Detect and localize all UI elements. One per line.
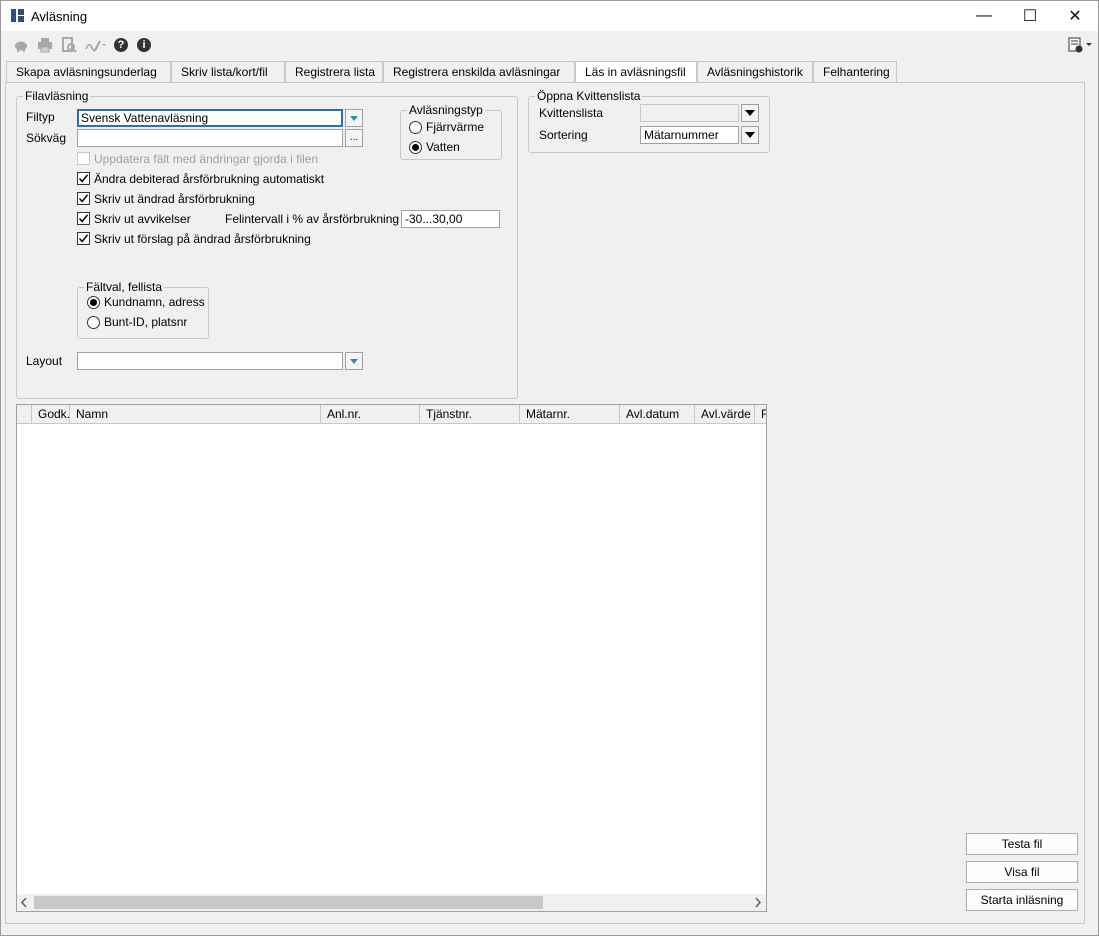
- chevron-down-icon: [745, 110, 755, 116]
- avlasningstyp-legend: Avläsningstyp: [409, 103, 483, 117]
- help-icon[interactable]: ?: [113, 37, 129, 53]
- print-icon[interactable]: [37, 37, 53, 53]
- browse-button[interactable]: ...: [345, 129, 363, 147]
- print-preview-icon[interactable]: [61, 37, 77, 53]
- filtyp-combobox[interactable]: Svensk Vattenavläsning: [77, 109, 343, 127]
- andra-debiterad-checkbox[interactable]: [77, 172, 90, 185]
- column-header-avldatum[interactable]: Avl.datum: [620, 405, 695, 423]
- kvittens-legend: Öppna Kvittenslista: [537, 89, 641, 103]
- uppdatera-checkbox[interactable]: [77, 152, 90, 165]
- scroll-right-icon[interactable]: [754, 897, 762, 911]
- tab-skapa-avlasningsunderlag[interactable]: Skapa avläsningsunderlag: [6, 61, 171, 82]
- skriv-avvikelser-checkbox[interactable]: [77, 212, 90, 225]
- felintervall-label: Felintervall i % av årsförbrukning: [225, 212, 400, 226]
- window-title: Avläsning: [31, 9, 88, 24]
- tab-las-in-avlasningsfil[interactable]: Läs in avläsningsfil: [575, 61, 697, 84]
- vatten-radio[interactable]: [409, 141, 422, 154]
- bunt-id-label: Bunt-ID, platsnr: [104, 315, 188, 329]
- skriv-forslag-checkbox[interactable]: [77, 232, 90, 245]
- layout-label: Layout: [26, 354, 63, 368]
- filtyp-dropdown-button[interactable]: [345, 109, 363, 127]
- title-bar: Avläsning — ☐ ✕: [1, 1, 1098, 31]
- sortering-combobox[interactable]: Mätarnummer: [640, 126, 739, 144]
- chevron-down-icon: [350, 115, 358, 121]
- filtyp-label: Filtyp: [26, 110, 55, 124]
- starta-inlasning-button[interactable]: Starta inläsning: [966, 889, 1078, 911]
- chevron-down-icon: [350, 358, 358, 364]
- tab-skriv-lista[interactable]: Skriv lista/kort/fil: [171, 61, 285, 82]
- testa-fil-button[interactable]: Testa fil: [966, 833, 1078, 855]
- column-header-anlnr[interactable]: Anl.nr.: [321, 405, 420, 423]
- kvittenslista-combobox[interactable]: [640, 104, 739, 122]
- readings-grid[interactable]: Godk. Namn Anl.nr. Tjänstnr. Mätarnr. Av…: [16, 404, 767, 912]
- tab-felhantering[interactable]: Felhantering: [813, 61, 897, 82]
- uppdatera-label: Uppdatera fält med ändringar gjorda i fi…: [94, 152, 319, 166]
- sortering-dropdown-button[interactable]: [741, 126, 759, 144]
- bunt-id-radio[interactable]: [87, 316, 100, 329]
- kvittenslista-label: Kvittenslista: [539, 106, 604, 120]
- kvittenslista-dropdown-button[interactable]: [741, 104, 759, 122]
- column-header-avlvarde[interactable]: Avl.värde: [695, 405, 755, 423]
- chevron-down-icon: [745, 132, 755, 138]
- tab-registrera-lista[interactable]: Registrera lista: [285, 61, 383, 82]
- scroll-left-icon[interactable]: [20, 897, 28, 911]
- skriv-andrad-checkbox[interactable]: [77, 192, 90, 205]
- sokvag-input[interactable]: [77, 129, 343, 147]
- report-settings-icon[interactable]: [1067, 37, 1093, 53]
- faltval-group: Fältval, fellista: [77, 281, 209, 339]
- info-icon[interactable]: i: [136, 37, 152, 53]
- layout-combobox[interactable]: [77, 352, 343, 370]
- tab-registrera-enskilda[interactable]: Registrera enskilda avläsningar: [383, 61, 575, 82]
- tab-avlasningshistorik[interactable]: Avläsningshistorik: [697, 61, 813, 82]
- minimize-button[interactable]: —: [961, 1, 1007, 31]
- fjarrvarme-radio[interactable]: [409, 121, 422, 134]
- skriv-andrad-label: Skriv ut ändrad årsförbrukning: [94, 192, 255, 206]
- signature-icon[interactable]: [85, 37, 107, 53]
- column-header-tjanstnr[interactable]: Tjänstnr.: [420, 405, 520, 423]
- layout-dropdown-button[interactable]: [345, 352, 363, 370]
- skriv-forslag-label: Skriv ut förslag på ändrad årsförbruknin…: [94, 232, 311, 246]
- scrollbar-thumb[interactable]: [34, 896, 543, 909]
- close-button[interactable]: ✕: [1052, 1, 1098, 31]
- vatten-label: Vatten: [426, 140, 460, 154]
- skriv-avvikelser-label: Skriv ut avvikelser: [94, 212, 191, 226]
- felintervall-input[interactable]: -30...30,00: [401, 210, 500, 228]
- app-grid-icon: [11, 9, 24, 22]
- andra-debiterad-label: Ändra debiterad årsförbrukning automatis…: [94, 172, 325, 186]
- kundnamn-radio[interactable]: [87, 296, 100, 309]
- toolbar: ? i: [1, 31, 1098, 59]
- sortering-label: Sortering: [539, 128, 588, 142]
- faltval-legend: Fältval, fellista: [86, 280, 163, 294]
- kundnamn-label: Kundnamn, adress: [104, 295, 205, 309]
- filavlasning-legend: Filavläsning: [25, 89, 89, 103]
- column-header-f[interactable]: F: [755, 405, 766, 423]
- visa-fil-button[interactable]: Visa fil: [966, 861, 1078, 883]
- column-header-namn[interactable]: Namn: [70, 405, 321, 423]
- column-header-godk[interactable]: Godk.: [32, 405, 70, 423]
- maximize-button[interactable]: ☐: [1007, 1, 1053, 31]
- piggy-bank-icon[interactable]: [13, 37, 29, 53]
- column-header-matarnr[interactable]: Mätarnr.: [520, 405, 620, 423]
- grid-header: Godk. Namn Anl.nr. Tjänstnr. Mätarnr. Av…: [17, 405, 766, 424]
- fjarrvarme-label: Fjärrvärme: [426, 120, 485, 134]
- sokvag-label: Sökväg: [26, 131, 67, 145]
- row-selector-header: [17, 405, 32, 423]
- horizontal-scrollbar[interactable]: [17, 894, 766, 911]
